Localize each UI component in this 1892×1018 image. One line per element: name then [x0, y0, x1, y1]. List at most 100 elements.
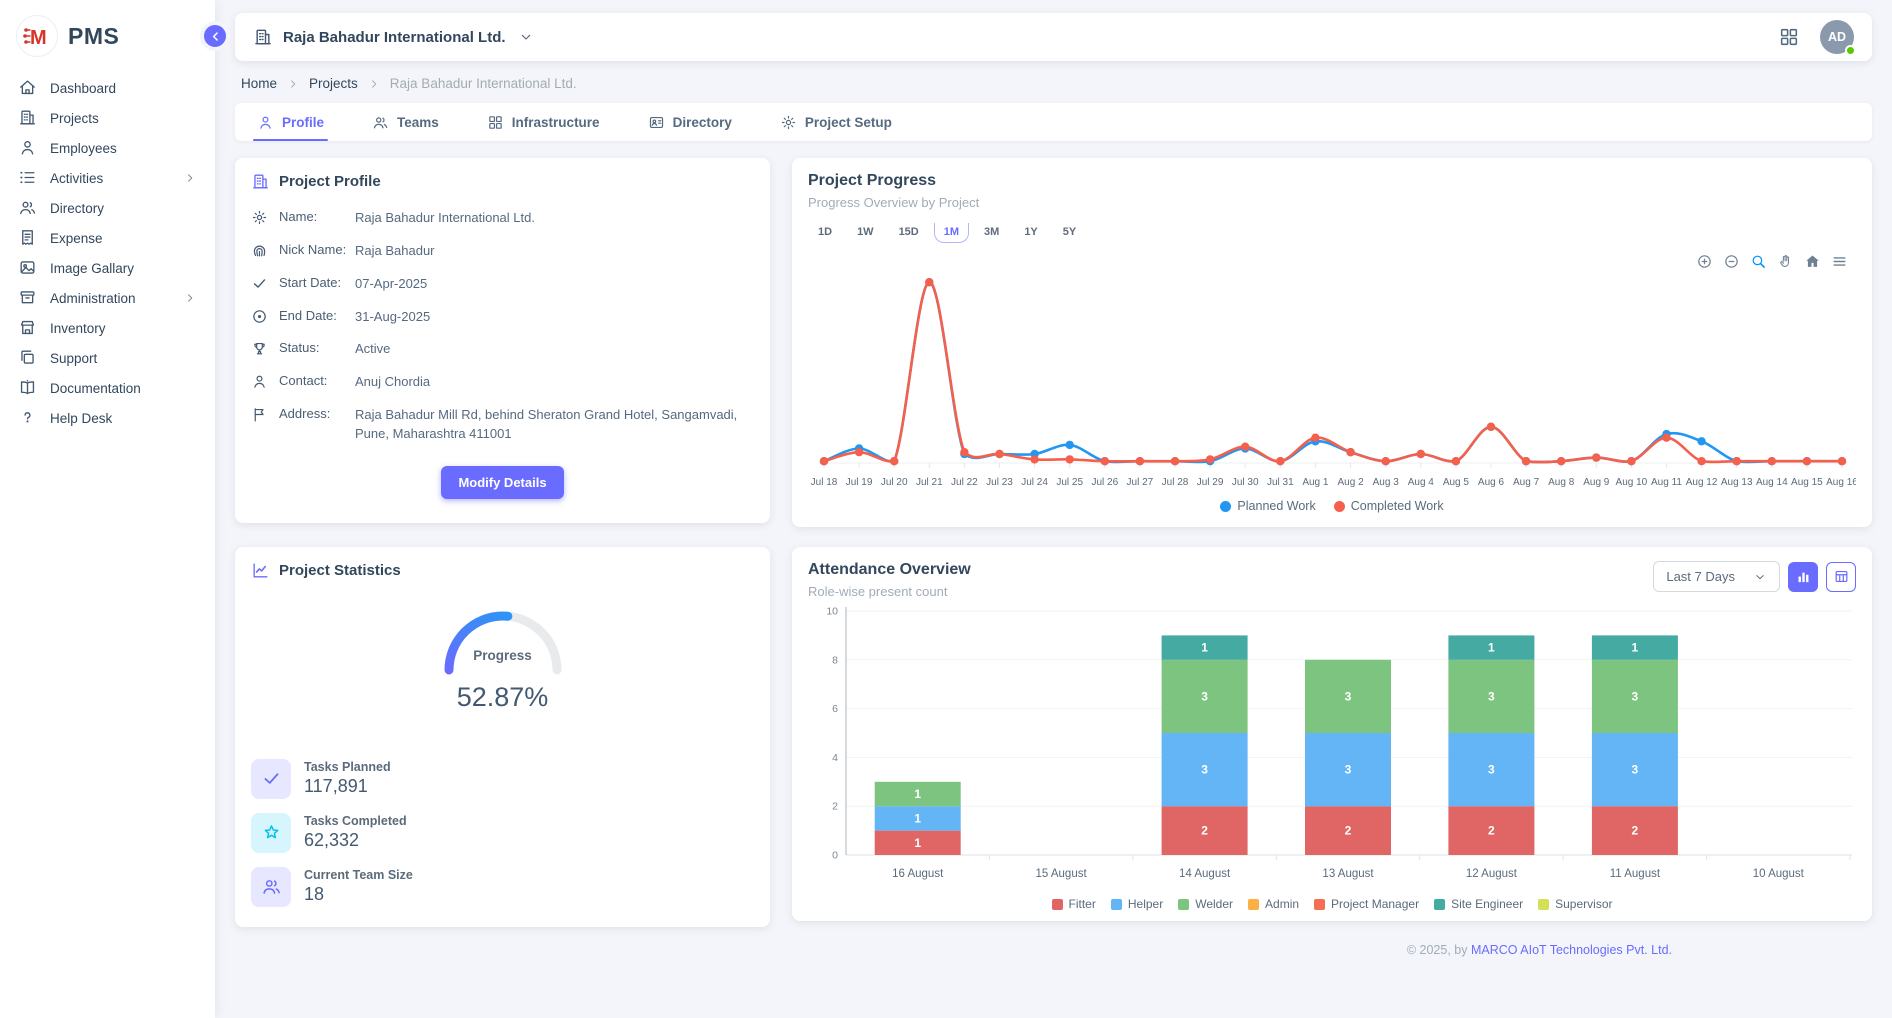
store-icon — [18, 318, 38, 338]
stat-tasks-planned: Tasks Planned 117,891 — [251, 759, 754, 799]
sidebar-item-employees[interactable]: Employees — [0, 133, 215, 163]
image-icon — [18, 258, 38, 278]
pan-icon[interactable] — [1777, 253, 1794, 270]
svg-text:1: 1 — [1632, 641, 1639, 655]
legend-item-welder[interactable]: Welder — [1178, 897, 1233, 911]
sidebar-collapse-button[interactable] — [200, 21, 230, 51]
svg-text:Jul 26: Jul 26 — [1091, 477, 1118, 488]
sidebar-item-documentation[interactable]: Documentation — [0, 373, 215, 403]
profile-field-start-date-: Start Date: 07-Apr-2025 — [251, 274, 754, 294]
profile-card-header: Project Profile — [251, 172, 754, 191]
org-switcher[interactable]: Raja Bahadur International Ltd. — [253, 27, 534, 47]
bar-chart-icon — [1795, 568, 1812, 585]
sidebar-item-dashboard[interactable]: Dashboard — [0, 73, 215, 103]
target-icon — [251, 308, 269, 326]
chevron-right-icon — [183, 171, 197, 185]
sidebar-item-image-gallary[interactable]: Image Gallary — [0, 253, 215, 283]
range-1m[interactable]: 1M — [934, 223, 969, 243]
field-value: 31-Aug-2025 — [355, 307, 430, 327]
field-value: Anuj Chordia — [355, 372, 430, 392]
svg-text:2: 2 — [1488, 824, 1495, 838]
chart-toolbar — [1696, 253, 1848, 270]
svg-text:Aug 6: Aug 6 — [1478, 477, 1505, 488]
sidebar-item-label: Image Gallary — [50, 261, 134, 276]
attendance-chart[interactable]: 024681016 August11115 August14 August233… — [808, 599, 1856, 895]
app-logo[interactable]: M PMS — [0, 0, 215, 73]
chart-view-button[interactable] — [1788, 562, 1818, 592]
menu-icon[interactable] — [1831, 253, 1848, 270]
field-value: Raja Bahadur International Ltd. — [355, 208, 535, 228]
svg-text:Aug 2: Aug 2 — [1338, 477, 1365, 488]
sidebar-item-activities[interactable]: Activities — [0, 163, 215, 193]
progress-card-title: Project Progress — [808, 172, 1856, 190]
tab-teams[interactable]: Teams — [372, 103, 439, 141]
tab-profile[interactable]: Profile — [257, 103, 324, 141]
people-icon — [251, 867, 291, 907]
breadcrumb-home[interactable]: Home — [241, 76, 277, 91]
sidebar-item-expense[interactable]: Expense — [0, 223, 215, 253]
range-1y[interactable]: 1Y — [1014, 223, 1047, 243]
svg-text:10 August: 10 August — [1753, 868, 1805, 880]
svg-text:14 August: 14 August — [1179, 868, 1231, 880]
legend-item-site-engineer[interactable]: Site Engineer — [1434, 897, 1523, 911]
range-15d[interactable]: 15D — [889, 223, 929, 243]
legend-item-fitter[interactable]: Fitter — [1052, 897, 1096, 911]
breadcrumb-projects[interactable]: Projects — [309, 76, 358, 91]
online-status-dot — [1845, 45, 1856, 56]
legend-item-supervisor[interactable]: Supervisor — [1538, 897, 1612, 911]
date-range-select[interactable]: Last 7 Days — [1653, 561, 1780, 592]
selection-zoom-icon[interactable] — [1750, 253, 1767, 270]
sidebar-item-inventory[interactable]: Inventory — [0, 313, 215, 343]
sidebar-item-directory[interactable]: Directory — [0, 193, 215, 223]
sidebar-item-label: Inventory — [50, 321, 106, 336]
progress-card-subtitle: Progress Overview by Project — [808, 195, 1856, 210]
tab-directory[interactable]: Directory — [648, 103, 732, 141]
legend-item-planned-work[interactable]: Planned Work — [1220, 499, 1315, 513]
stat-tasks-completed: Tasks Completed 62,332 — [251, 813, 754, 853]
footer-company-link[interactable]: MARCO AIoT Technologies Pvt. Ltd. — [1471, 943, 1672, 957]
sidebar-item-help-desk[interactable]: Help Desk — [0, 403, 215, 433]
svg-text:Jul 27: Jul 27 — [1127, 477, 1154, 488]
stat-rows: Tasks Planned 117,891 Tasks Completed 62… — [251, 759, 754, 907]
apps-grid-button[interactable] — [1778, 26, 1800, 48]
legend-item-completed-work[interactable]: Completed Work — [1334, 499, 1444, 513]
legend-item-admin[interactable]: Admin — [1248, 897, 1299, 911]
right-column: Project Progress Progress Overview by Pr… — [792, 158, 1872, 967]
svg-text:4: 4 — [832, 752, 838, 764]
svg-text:Jul 23: Jul 23 — [986, 477, 1013, 488]
copy-icon — [18, 348, 38, 368]
sidebar-item-administration[interactable]: Administration — [0, 283, 215, 313]
gear-icon — [780, 114, 797, 131]
check-icon — [251, 275, 269, 293]
chevron-right-icon — [183, 291, 197, 305]
people-icon — [18, 198, 38, 218]
sidebar-item-projects[interactable]: Projects — [0, 103, 215, 133]
svg-text:13 August: 13 August — [1322, 868, 1374, 880]
project-profile-card: Project Profile Name: Raja Bahadur Inter… — [235, 158, 770, 523]
legend-item-helper[interactable]: Helper — [1111, 897, 1163, 911]
zoom-out-icon[interactable] — [1723, 253, 1740, 270]
svg-text:Aug 8: Aug 8 — [1548, 477, 1575, 488]
range-1d[interactable]: 1D — [808, 223, 842, 243]
svg-text:1: 1 — [1201, 641, 1208, 655]
modify-details-button[interactable]: Modify Details — [441, 466, 563, 499]
legend-marker — [1334, 501, 1345, 512]
field-value: Raja Bahadur — [355, 241, 435, 261]
table-view-button[interactable] — [1826, 562, 1856, 592]
tab-infrastructure[interactable]: Infrastructure — [487, 103, 600, 141]
avatar[interactable]: AD — [1820, 20, 1854, 54]
range-5y[interactable]: 5Y — [1053, 223, 1086, 243]
flag-icon — [251, 406, 269, 424]
grid-icon — [1778, 26, 1800, 48]
range-3m[interactable]: 3M — [974, 223, 1009, 243]
home-solid-icon[interactable] — [1804, 253, 1821, 270]
legend-item-project-manager[interactable]: Project Manager — [1314, 897, 1419, 911]
zoom-in-icon[interactable] — [1696, 253, 1713, 270]
sidebar-item-support[interactable]: Support — [0, 343, 215, 373]
sidebar-item-label: Projects — [50, 111, 99, 126]
tab-project-setup[interactable]: Project Setup — [780, 103, 892, 141]
project-progress-chart[interactable]: Jul 18Jul 19Jul 20Jul 21Jul 22Jul 23Jul … — [808, 251, 1856, 499]
svg-text:2: 2 — [1632, 824, 1639, 838]
svg-text:Jul 31: Jul 31 — [1267, 477, 1294, 488]
range-1w[interactable]: 1W — [847, 223, 884, 243]
